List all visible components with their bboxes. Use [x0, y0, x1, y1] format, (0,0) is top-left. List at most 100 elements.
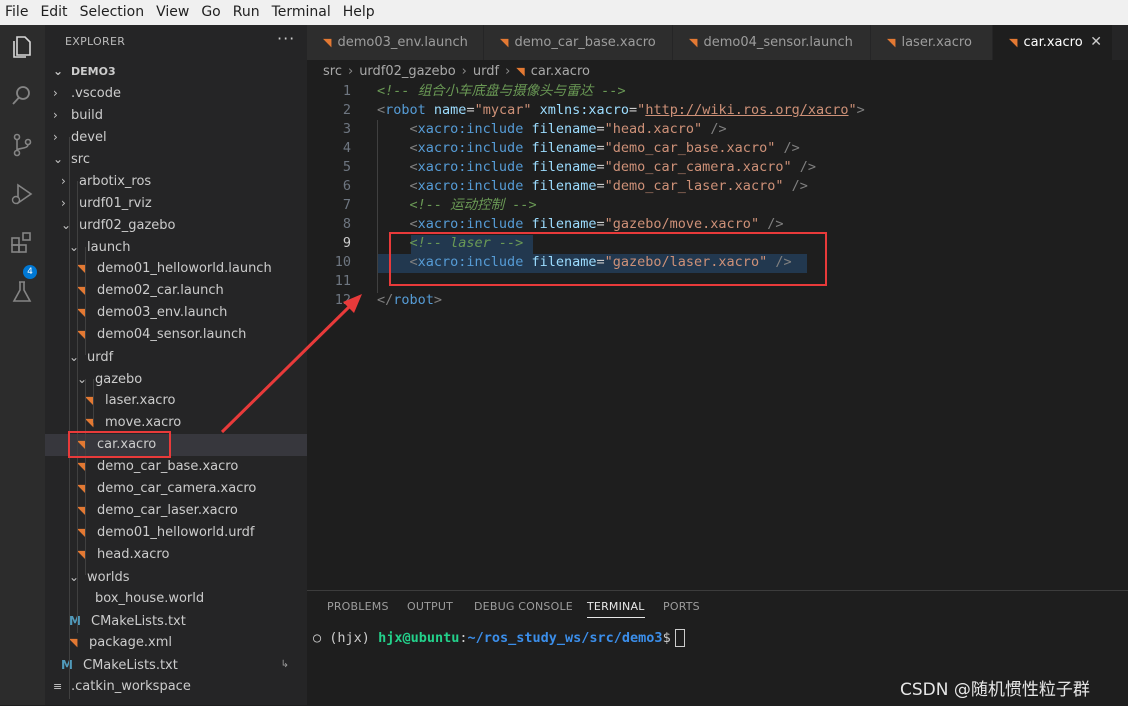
menu-selection[interactable]: Selection — [75, 0, 152, 25]
panel-tab-ports[interactable]: PORTS — [663, 600, 700, 613]
code-token: robot — [393, 292, 434, 308]
tree-item-label: demo04_sensor.launch — [97, 327, 247, 342]
tree-item[interactable]: ◥ package.xml — [45, 632, 307, 654]
code-text: <xacro:include filename="gazebo/move.xac… — [377, 215, 784, 234]
tree-item[interactable]: box_house.world — [45, 588, 307, 610]
line-number: 4 — [342, 140, 351, 156]
menu-view[interactable]: View — [151, 0, 196, 25]
tree-item-label: demo_car_laser.xacro — [97, 503, 238, 518]
tab-label: demo04_sensor.launch — [703, 35, 853, 50]
editor-tab[interactable]: ◥ demo_car_base.xacro — [484, 25, 673, 60]
more-actions-icon[interactable]: ··· — [277, 29, 295, 48]
terminal-line[interactable]: ○ (hjx) hjx@ubuntu:~/ros_study_ws/src/de… — [313, 629, 685, 647]
explorer-header: EXPLORER — [65, 35, 126, 48]
xml-file-icon: ◥ — [69, 636, 78, 649]
code-text: <xacro:include filename="head.xacro" /> — [377, 120, 727, 139]
source-control-icon[interactable] — [8, 131, 36, 159]
editor-tab[interactable]: ◥ car.xacro ✕ — [993, 25, 1113, 60]
tree-item[interactable]: › devel — [45, 126, 307, 148]
tree-item[interactable]: ≡ .catkin_workspace — [45, 676, 307, 698]
breadcrumb-item[interactable]: src — [323, 64, 342, 79]
tree-item[interactable]: › urdf01_rviz — [45, 192, 307, 214]
breadcrumb: src › urdf02_gazebo › urdf › ◥ car.xacro — [323, 62, 590, 82]
tree-item[interactable]: › .vscode — [45, 82, 307, 104]
code-token: "head.xacro" — [604, 121, 703, 137]
code-token: "demo_car_laser.xacro" — [604, 178, 784, 194]
code-token: < — [409, 216, 418, 232]
tree-item-label: devel — [71, 130, 107, 145]
tree-item[interactable]: M CMakeLists.txt ↳ — [45, 654, 307, 676]
menu-file[interactable]: File — [0, 0, 35, 25]
code-token: "demo_car_base.xacro" — [604, 140, 776, 156]
chevron-right-icon: › — [53, 108, 58, 122]
menu-edit[interactable]: Edit — [35, 0, 74, 25]
close-icon[interactable]: ✕ — [1090, 25, 1102, 60]
xml-file-icon: ◥ — [77, 284, 86, 297]
code-token: http://wiki.ros.org/xacro — [645, 102, 849, 118]
breadcrumb-item[interactable]: urdf — [473, 64, 499, 79]
code-token: = — [596, 178, 605, 194]
tree-item[interactable]: ⌄ DEMO3 — [45, 60, 307, 82]
tab-label: laser.xacro — [901, 35, 972, 50]
editor-tab[interactable]: ◥ demo04_sensor.launch — [673, 25, 871, 60]
line-number: 12 — [334, 292, 351, 308]
code-token: xacro:include — [417, 254, 524, 270]
tab-label: demo03_env.launch — [337, 35, 468, 50]
tree-item[interactable]: M CMakeLists.txt — [45, 610, 307, 632]
code-token: xacro:include — [417, 159, 524, 175]
indent-guide — [85, 379, 86, 575]
xml-file-icon: ◥ — [77, 306, 86, 319]
indent-guide — [77, 181, 78, 633]
code-token: < — [409, 178, 418, 194]
extensions-icon[interactable] — [8, 229, 36, 257]
code-text: </robot> — [377, 291, 442, 310]
line-number: 7 — [342, 197, 351, 213]
tree-item-label: arbotix_ros — [79, 174, 152, 189]
tree-item-label: .catkin_workspace — [71, 679, 191, 694]
code-token: "gazebo/laser.xacro" — [604, 254, 768, 270]
run-debug-icon[interactable] — [8, 180, 36, 208]
tree-item[interactable]: ⌄ urdf02_gazebo — [45, 214, 307, 236]
code-token: = — [466, 102, 475, 118]
panel-tab-debug-console[interactable]: DEBUG CONSOLE — [474, 600, 573, 613]
line-number: 6 — [342, 178, 351, 194]
menu-help[interactable]: Help — [338, 0, 382, 25]
xml-file-icon: ◥ — [689, 36, 698, 49]
menu-go[interactable]: Go — [196, 0, 227, 25]
xml-file-icon: ◥ — [77, 460, 86, 473]
tree-item[interactable]: › arbotix_ros — [45, 170, 307, 192]
panel-tab-output[interactable]: OUTPUT — [407, 600, 453, 613]
annotation-box-file — [68, 431, 171, 458]
tree-item-label: demo_car_base.xacro — [97, 459, 239, 474]
chevron-down-icon: ⌄ — [53, 64, 64, 78]
tree-item-label: package.xml — [89, 635, 172, 650]
code-text: <!-- laser --> — [377, 234, 524, 253]
tree-item[interactable]: ⌄ src — [45, 148, 307, 170]
code-token: " — [848, 102, 857, 118]
editor-tab[interactable]: ◥ demo03_env.launch — [307, 25, 484, 60]
code-editor[interactable]: 1 <!-- 组合小车底盘与摄像头与雷达 --> 2 <robot name="myc… — [307, 80, 1128, 590]
terminal-path: ~/ros_study_ws/src/demo3 — [467, 630, 663, 646]
breadcrumb-item[interactable]: urdf02_gazebo — [359, 64, 455, 79]
watermark: CSDN @随机惯性粒子群 — [900, 680, 1090, 700]
panel-tab-problems[interactable]: PROBLEMS — [327, 600, 389, 613]
panel-tab-terminal[interactable]: TERMINAL — [587, 600, 645, 618]
chevron-right-icon: › — [53, 130, 58, 144]
terminal-cursor — [674, 629, 685, 647]
editor-tab[interactable]: ◥ laser.xacro — [871, 25, 993, 60]
testing-icon[interactable] — [8, 278, 36, 306]
code-token: "gazebo/move.xacro" — [604, 216, 760, 232]
explorer-icon[interactable] — [8, 33, 36, 61]
breadcrumb-item[interactable]: car.xacro — [531, 64, 590, 79]
code-token: /> — [775, 254, 792, 270]
menu-terminal[interactable]: Terminal — [267, 0, 338, 25]
menu-run[interactable]: Run — [228, 0, 267, 25]
search-icon[interactable] — [8, 82, 36, 110]
tree-item[interactable]: › build — [45, 104, 307, 126]
tree-item-label: demo03_env.launch — [97, 305, 228, 320]
code-token: = — [596, 216, 605, 232]
